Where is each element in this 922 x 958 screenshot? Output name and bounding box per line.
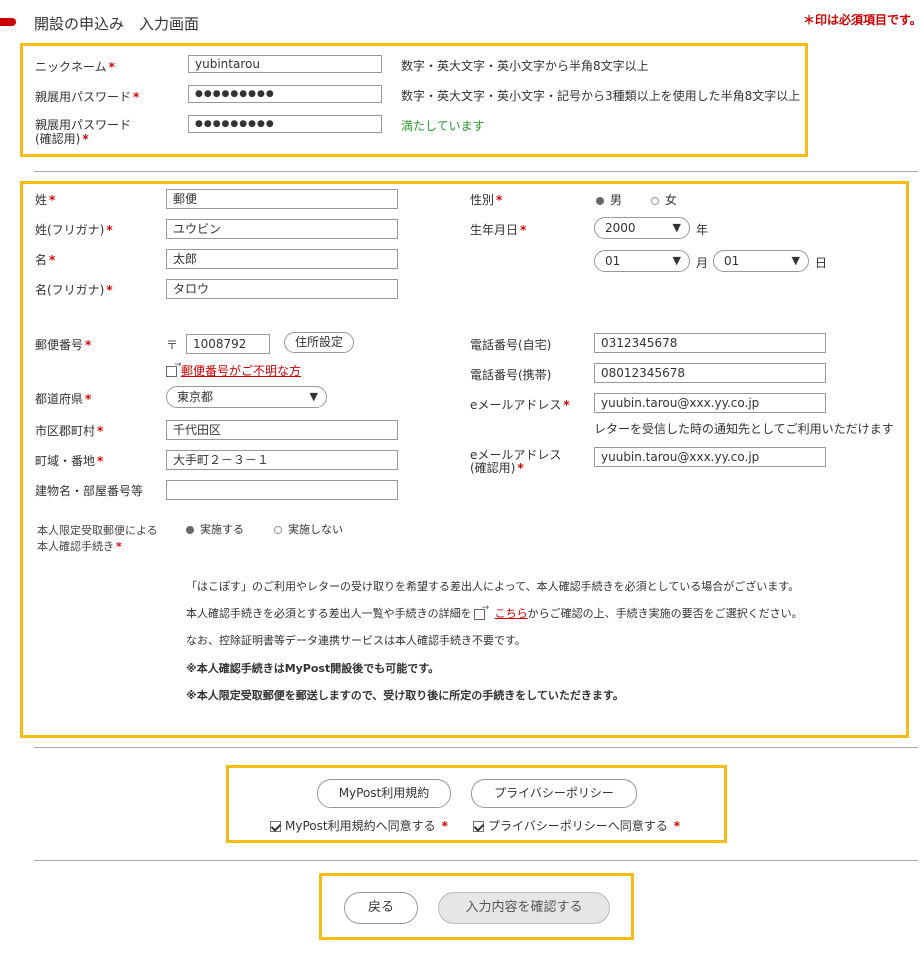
required-note: ＊印は必須項目です。 <box>803 13 922 27</box>
chevron-down-icon: ▼ <box>672 254 681 267</box>
header-accent-bar <box>0 18 16 26</box>
identity-no-radio[interactable]: 実施しない <box>274 521 343 537</box>
checkbox-checked-icon <box>473 821 484 832</box>
radio-unselected-icon <box>274 526 282 534</box>
password-confirm-label: 親展用パスワード (確認用) * <box>35 118 132 146</box>
email-confirm-input[interactable]: yuubin.tarou@xxx.yy.co.jp <box>594 447 826 467</box>
home-phone-label: 電話番号(自宅) <box>470 338 552 352</box>
terms-button[interactable]: MyPost利用規約 <box>317 779 451 808</box>
home-phone-input[interactable]: 0312345678 <box>594 333 826 353</box>
external-link-icon <box>166 360 182 377</box>
pref-select[interactable]: 東京都 ▼ <box>166 386 327 408</box>
password-label: 親展用パスワード * <box>35 90 140 104</box>
mei-kana-label: 名(フリガナ) * <box>35 283 113 297</box>
identity-note-3: なお、控除証明書等データ連携サービスは本人確認手続き不要です。 <box>186 634 526 647</box>
radio-selected-icon <box>186 526 194 534</box>
mei-kana-input[interactable]: タロウ <box>166 279 398 299</box>
birth-label: 生年月日 * <box>470 223 527 237</box>
password-confirm-input[interactable]: ●●●●●●●●● <box>188 115 382 133</box>
building-label: 建物名・部屋番号等 <box>35 484 144 498</box>
year-unit: 年 <box>696 223 709 237</box>
pref-label: 都道府県 * <box>35 392 92 406</box>
privacy-button[interactable]: プライバシーポリシー <box>471 779 637 808</box>
town-label: 町域・番地 * <box>35 454 104 468</box>
external-link-icon <box>473 603 489 620</box>
gender-female-radio[interactable]: 女 <box>651 191 677 208</box>
chevron-down-icon: ▼ <box>791 254 800 267</box>
mei-label: 名 * <box>35 253 56 267</box>
confirm-button[interactable]: 入力内容を確認する <box>438 892 610 924</box>
divider <box>34 747 918 748</box>
checkbox-checked-icon <box>270 821 281 832</box>
terms-agree-checkbox[interactable]: MyPost利用規約へ同意する * <box>270 817 448 834</box>
radio-selected-icon <box>596 196 604 205</box>
nickname-hint: 数字・英大文字・英小文字から半角8文字以上 <box>401 59 649 73</box>
address-set-button[interactable]: 住所設定 <box>284 332 354 353</box>
chevron-down-icon: ▼ <box>309 390 318 403</box>
sei-input[interactable]: 郵便 <box>166 189 398 209</box>
birth-year-select[interactable]: 2000 ▼ <box>594 217 690 239</box>
sei-kana-label: 姓(フリガナ) * <box>35 223 113 237</box>
gender-male-radio[interactable]: 男 <box>596 191 622 208</box>
identity-note-2: 本人確認手続きを必須とする差出人一覧や手続きの詳細をこちらからご確認の上、手続き… <box>186 603 803 621</box>
back-button[interactable]: 戻る <box>344 892 418 924</box>
email-hint: レターを受信した時の通知先としてご利用いただけます <box>594 422 894 436</box>
sei-label: 姓 * <box>35 193 56 207</box>
birth-month-select[interactable]: 01 ▼ <box>594 250 690 272</box>
divider <box>34 860 918 861</box>
postal-label: 郵便番号 * <box>35 338 92 352</box>
identity-details-link[interactable]: こちら <box>495 607 528 620</box>
password-hint: 数字・英大文字・英小文字・記号から3種類以上を使用した半角8文字以上 <box>401 89 801 103</box>
identity-label: 本人限定受取郵便による 本人確認手続き * <box>37 524 158 553</box>
city-label: 市区郡町村 * <box>35 424 104 438</box>
sei-kana-input[interactable]: ユウビン <box>166 219 398 239</box>
password-input[interactable]: ●●●●●●●●● <box>188 85 382 103</box>
email-input[interactable]: yuubin.tarou@xxx.yy.co.jp <box>594 393 826 413</box>
building-input[interactable] <box>166 480 398 500</box>
identity-yes-radio[interactable]: 実施する <box>186 521 244 537</box>
identity-note-5: ※本人限定受取郵便を郵送しますので、受け取り後に所定の手続きをしていただきます。 <box>186 689 624 702</box>
password-confirm-status: 満たしています <box>401 119 485 133</box>
postal-mark: 〒 <box>166 338 179 352</box>
radio-unselected-icon <box>651 196 659 205</box>
email-confirm-label: eメールアドレス (確認用) * <box>470 448 562 475</box>
nickname-label: ニックネーム * <box>35 60 115 74</box>
email-label: eメールアドレス * <box>470 398 570 412</box>
privacy-agree-checkbox[interactable]: プライバシーポリシーへ同意する * <box>473 817 680 834</box>
divider <box>34 171 918 172</box>
page-title: 開設の申込み 入力画面 <box>34 15 200 33</box>
mobile-phone-input[interactable]: 08012345678 <box>594 363 826 383</box>
chevron-down-icon: ▼ <box>672 221 681 234</box>
town-input[interactable]: 大手町２－３－１ <box>166 450 398 470</box>
nickname-input[interactable]: yubintarou <box>188 55 382 73</box>
postal-input[interactable]: 1008792 <box>186 334 270 354</box>
postal-unknown-link[interactable]: 郵便番号がご不明な方 <box>166 360 301 379</box>
birth-day-select[interactable]: 01 ▼ <box>713 250 809 272</box>
identity-note-4: ※本人確認手続きはMyPost開設後でも可能です。 <box>186 662 440 675</box>
month-unit: 月 <box>696 256 709 270</box>
mei-input[interactable]: 太郎 <box>166 249 398 269</box>
mobile-phone-label: 電話番号(携帯) <box>470 368 552 382</box>
gender-label: 性別 * <box>470 193 503 207</box>
day-unit: 日 <box>815 256 828 270</box>
city-input[interactable]: 千代田区 <box>166 420 398 440</box>
identity-note-1: 「はこぽす」のご利用やレターの受け取りを希望する差出人によって、本人確認手続きを… <box>186 580 800 593</box>
